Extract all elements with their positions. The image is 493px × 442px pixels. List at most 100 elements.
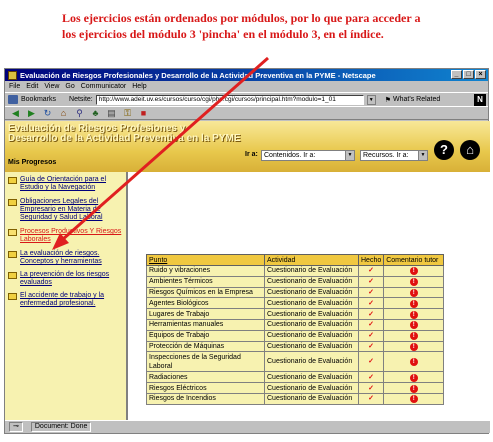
menu-communicator[interactable]: Communicator: [81, 83, 127, 90]
home-page-icon[interactable]: ⌂: [460, 140, 480, 160]
forward-icon[interactable]: ▶: [25, 107, 38, 119]
sidebar-item-label[interactable]: Obligaciones Legales del Empresario en M…: [20, 198, 126, 222]
back-icon[interactable]: ◀: [9, 107, 22, 119]
sidebar-item-procesos[interactable]: Procesos Productivos Y Riesgos Laborales: [8, 228, 126, 244]
sidebar-item-evaluacion[interactable]: La evaluación de riesgos. Conceptos y he…: [8, 250, 126, 266]
comment-cell[interactable]: !: [383, 275, 445, 288]
comment-cell[interactable]: !: [383, 371, 445, 384]
alert-icon[interactable]: !: [409, 299, 418, 308]
menu-view[interactable]: View: [44, 83, 59, 90]
url-input[interactable]: http://www.adeit.uv.es/cursos/curso/cgi/…: [95, 94, 364, 105]
sidebar-item-guia[interactable]: Guía de Orientación para el Estudio y la…: [8, 176, 126, 192]
security-lock-icon[interactable]: ⊸: [9, 422, 23, 432]
cell-actividad[interactable]: Cuestionario de Evaluación: [264, 308, 359, 320]
netscape-logo: N: [474, 94, 486, 106]
cell-actividad[interactable]: Cuestionario de Evaluación: [264, 329, 359, 342]
cell-actividad[interactable]: Cuestionario de Evaluación: [264, 371, 359, 384]
table-row[interactable]: Radiaciones Cuestionario de Evaluación ✓!: [146, 371, 445, 384]
bookmarks-button[interactable]: Bookmarks: [21, 96, 56, 103]
cell-actividad[interactable]: Cuestionario de Evaluación: [264, 318, 359, 331]
menu-file[interactable]: File: [9, 83, 20, 90]
comment-cell[interactable]: !: [383, 329, 445, 342]
sidebar-item-label[interactable]: La evaluación de riesgos. Conceptos y he…: [20, 250, 126, 266]
table-row[interactable]: Agentes Biológicos Cuestionario de Evalua…: [146, 297, 445, 310]
whats-related-button[interactable]: ⚑ What's Related: [385, 96, 441, 104]
sidebar-item-label[interactable]: Guía de Orientación para el Estudio y la…: [20, 176, 126, 192]
comment-cell[interactable]: !: [383, 392, 445, 405]
cell-actividad[interactable]: Cuestionario de Evaluación: [264, 340, 359, 353]
comment-cell[interactable]: !: [383, 286, 445, 299]
sidebar-item-accidente[interactable]: El accidente de trabajo y la enfermedad …: [8, 292, 126, 308]
menu-edit[interactable]: Edit: [26, 83, 38, 90]
table-row[interactable]: Ambientes Térmicos Cuestionario de Evalua…: [146, 275, 445, 288]
cell-punto: Riesgos de Incendios: [146, 392, 265, 405]
alert-icon[interactable]: !: [409, 384, 418, 393]
sidebar-item-label[interactable]: Procesos Productivos Y Riesgos Laborales: [20, 228, 126, 244]
folder-icon: [8, 293, 17, 300]
table-row[interactable]: Inspecciones de la Seguridad Laboral Cues…: [146, 351, 445, 373]
cell-actividad[interactable]: Cuestionario de Evaluación: [264, 275, 359, 288]
course-header: Evaluación de Riesgos Profesiones y Desa…: [5, 121, 490, 172]
security-icon[interactable]: ⚿: [121, 107, 134, 119]
checkmark-icon: ✓: [357, 329, 385, 342]
search-icon[interactable]: ⚲: [73, 107, 86, 119]
alert-icon[interactable]: !: [409, 332, 418, 341]
menu-help[interactable]: Help: [132, 83, 146, 90]
comment-cell[interactable]: !: [383, 265, 445, 277]
cell-actividad[interactable]: Cuestionario de Evaluación: [264, 286, 359, 299]
table-row[interactable]: Riesgos Químicos en la Empresa Cuestionar…: [146, 286, 445, 299]
table-row[interactable]: Equipos de Trabajo Cuestionario de Evalua…: [146, 329, 445, 342]
alert-icon[interactable]: !: [409, 288, 418, 297]
comment-cell[interactable]: !: [383, 318, 445, 331]
close-icon[interactable]: ×: [475, 70, 486, 79]
home-icon[interactable]: ⌂: [57, 107, 70, 119]
recursos-select[interactable]: Recursos. Ir a: ▼: [360, 150, 428, 161]
table-row[interactable]: Riesgos Eléctricos Cuestionario de Evalua…: [146, 382, 445, 394]
help-icon[interactable]: ?: [434, 140, 454, 160]
sidebar-item-label[interactable]: El accidente de trabajo y la enfermedad …: [20, 292, 126, 308]
alert-icon[interactable]: !: [409, 358, 418, 367]
comment-cell[interactable]: !: [383, 382, 445, 394]
cell-actividad[interactable]: Cuestionario de Evaluación: [264, 392, 359, 405]
comment-cell[interactable]: !: [383, 308, 445, 320]
sidebar-item-obligaciones[interactable]: Obligaciones Legales del Empresario en M…: [8, 198, 126, 222]
table-row[interactable]: Ruido y vibraciones Cuestionario de Evalu…: [146, 265, 445, 277]
alert-icon[interactable]: !: [409, 267, 418, 276]
stop-icon[interactable]: ■: [137, 107, 150, 119]
alert-icon[interactable]: !: [409, 373, 418, 382]
minimize-icon[interactable]: _: [451, 70, 462, 79]
sidebar-item-prevencion[interactable]: La prevención de los riesgos evaluados: [8, 271, 126, 287]
cell-actividad[interactable]: Cuestionario de Evaluación: [264, 297, 359, 310]
cell-punto: Agentes Biológicos: [146, 297, 265, 310]
comment-cell[interactable]: !: [383, 297, 445, 310]
cell-actividad[interactable]: Cuestionario de Evaluación: [264, 351, 359, 373]
alert-icon[interactable]: !: [409, 321, 418, 330]
menu-bar: File Edit View Go Communicator Help: [5, 81, 488, 92]
column-header-comentario: Comentario tutor: [383, 254, 445, 266]
alert-icon[interactable]: !: [409, 310, 418, 319]
reload-icon[interactable]: ↻: [41, 107, 54, 119]
folder-icon: [8, 272, 17, 279]
table-row[interactable]: Lugares de Trabajo Cuestionario de Evalua…: [146, 308, 445, 320]
table-row[interactable]: Riesgos de Incendios Cuestionario de Eval…: [146, 392, 445, 405]
print-icon[interactable]: ▤: [105, 107, 118, 119]
comment-cell[interactable]: !: [383, 351, 445, 373]
alert-icon[interactable]: !: [409, 278, 418, 287]
table-row[interactable]: Protección de Máquinas Cuestionario de Ev…: [146, 340, 445, 353]
whats-related-label: What's Related: [393, 96, 441, 103]
netscape-icon[interactable]: ♣: [89, 107, 102, 119]
cell-actividad[interactable]: Cuestionario de Evaluación: [264, 265, 359, 277]
checkmark-icon: ✓: [357, 371, 385, 384]
alert-icon[interactable]: !: [409, 395, 418, 404]
table-row[interactable]: Herramientas manuales Cuestionario de Eva…: [146, 318, 445, 331]
alert-icon[interactable]: !: [409, 342, 418, 351]
contenidos-select[interactable]: Contenidos. Ir a: ▼: [261, 150, 355, 161]
sidebar-item-label[interactable]: La prevención de los riesgos evaluados: [20, 271, 126, 287]
comment-cell[interactable]: !: [383, 340, 445, 353]
url-dropdown-icon[interactable]: ▼: [366, 94, 376, 105]
cell-actividad[interactable]: Cuestionario de Evaluación: [264, 382, 359, 394]
maximize-icon[interactable]: □: [463, 70, 474, 79]
bookmarks-icon[interactable]: [8, 95, 18, 104]
menu-go[interactable]: Go: [65, 83, 74, 90]
title-bar[interactable]: Evaluación de Riesgos Profesionales y De…: [5, 69, 488, 81]
